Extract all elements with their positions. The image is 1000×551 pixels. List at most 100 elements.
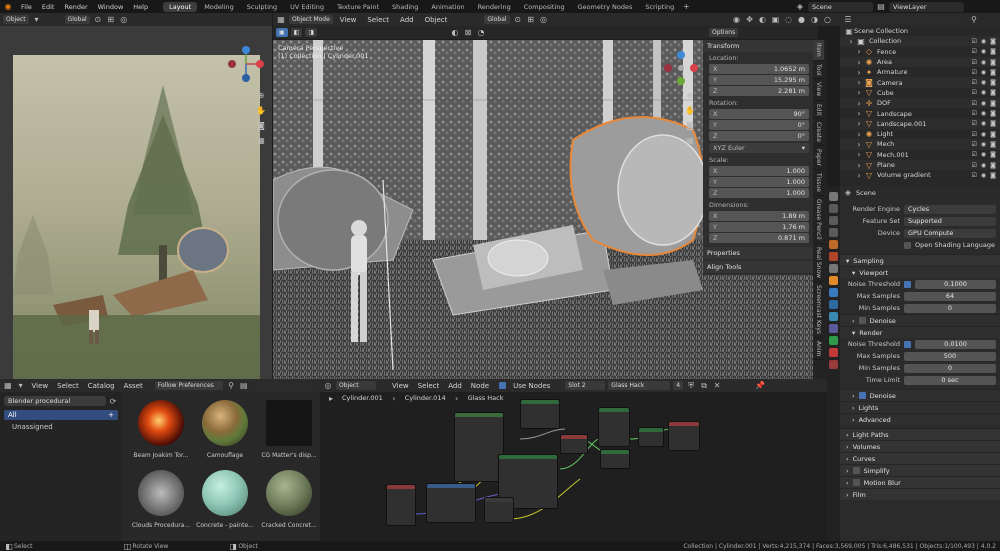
main-pivot-icon[interactable]: ⊙ bbox=[513, 15, 523, 25]
vp-min-samples-field[interactable]: 0 bbox=[904, 303, 996, 313]
chevron-right-icon[interactable]: › bbox=[854, 78, 864, 88]
eye-icon[interactable]: ◉ bbox=[981, 38, 986, 45]
refresh-icon[interactable]: ⟳ bbox=[108, 396, 118, 406]
camera-render-viewport[interactable]: ⊕ ✋ ◙ ▦ bbox=[0, 26, 272, 379]
ortho-toggle-icon[interactable]: ▦ bbox=[256, 135, 266, 145]
main-shading-wire-icon[interactable]: ◌ bbox=[784, 15, 794, 25]
tab-screencast-keys[interactable]: Screencast Keys bbox=[813, 282, 824, 338]
exclude-checkbox-icon[interactable]: ☑ bbox=[972, 48, 977, 55]
vp-max-samples-field[interactable]: 64 bbox=[904, 291, 996, 301]
render-camera-icon[interactable]: ◙ bbox=[990, 79, 996, 86]
chevron-right-icon[interactable]: › bbox=[854, 67, 864, 77]
main-pan-icon[interactable]: ✋ bbox=[685, 105, 695, 115]
exclude-checkbox-icon[interactable]: ☑ bbox=[972, 89, 977, 96]
tab-scripting[interactable]: Scripting bbox=[639, 2, 680, 12]
left-mode-dropdown[interactable]: Object bbox=[3, 15, 29, 24]
tab-sculpting[interactable]: Sculpting bbox=[241, 2, 283, 12]
dimensions-y-field[interactable]: Y 1.76 m bbox=[709, 222, 809, 232]
view-layer-tab-icon[interactable] bbox=[829, 228, 838, 237]
render-subsection[interactable]: ▾ Render bbox=[840, 326, 1000, 338]
time-limit-field[interactable]: 0 sec bbox=[904, 375, 996, 385]
asset-item-camouflage[interactable]: Camouflage bbox=[194, 400, 256, 466]
tab-compositing[interactable]: Compositing bbox=[518, 2, 571, 12]
main-mode-dropdown[interactable]: Object Mode bbox=[289, 15, 333, 24]
chevron-right-icon[interactable]: › bbox=[846, 36, 856, 46]
rotation-x-field[interactable]: X 90° bbox=[709, 109, 809, 119]
main-snap-icon[interactable]: ⊞ bbox=[526, 15, 536, 25]
outliner-item[interactable]: › ▣ Collection ☑ ◉ ◙ bbox=[840, 36, 1000, 47]
render-camera-icon[interactable]: ◙ bbox=[990, 48, 996, 55]
vp-noise-field[interactable]: 0.1000 bbox=[915, 279, 996, 289]
main-falloff-icon[interactable]: ◔ bbox=[476, 28, 486, 38]
render-camera-icon[interactable]: ◙ bbox=[990, 162, 996, 169]
tab-texture-paint[interactable]: Texture Paint bbox=[331, 2, 385, 12]
menu-edit[interactable]: Edit bbox=[37, 3, 60, 11]
asset-menu-catalog[interactable]: Catalog bbox=[85, 382, 118, 390]
asset-item-cg-matter[interactable]: CG Matter's disp... bbox=[258, 400, 320, 466]
tab-real-snow[interactable]: Real Snow bbox=[813, 244, 824, 282]
node-group[interactable] bbox=[454, 412, 504, 482]
outliner-item[interactable]: › ▽ Mech ☑ ◉ ◙ bbox=[840, 139, 1000, 150]
render-engine-dropdown[interactable]: Cycles bbox=[904, 204, 996, 214]
tool-tab-icon[interactable] bbox=[829, 192, 838, 201]
node-mix[interactable] bbox=[560, 434, 588, 454]
vp-noise-checkbox[interactable] bbox=[904, 280, 911, 288]
main-zoom-icon[interactable]: ⊕ bbox=[685, 90, 695, 100]
menu-file[interactable]: File bbox=[16, 3, 37, 11]
scale-y-field[interactable]: Y 1.000 bbox=[709, 177, 809, 187]
scale-x-field[interactable]: X 1.000 bbox=[709, 166, 809, 176]
eye-icon[interactable]: ◉ bbox=[981, 110, 986, 117]
tab-anim[interactable]: Anim bbox=[813, 338, 824, 361]
main-menu-select[interactable]: Select bbox=[363, 16, 393, 24]
main-overlay-dropdown-icon[interactable]: ◐ bbox=[450, 28, 460, 38]
chevron-right-icon[interactable]: › bbox=[854, 150, 864, 160]
editor-type-icon[interactable]: ▦ bbox=[276, 15, 286, 25]
render-camera-icon[interactable]: ◙ bbox=[990, 131, 996, 138]
pivot-icon[interactable]: ⊙ bbox=[93, 15, 103, 25]
tab-geometry-nodes[interactable]: Geometry Nodes bbox=[572, 2, 639, 12]
outliner-item[interactable]: › ✦ Armature ☑ ◉ ◙ bbox=[840, 67, 1000, 77]
tab-create[interactable]: Create bbox=[813, 119, 824, 147]
tab-layout[interactable]: Layout bbox=[163, 1, 198, 12]
render-camera-icon[interactable]: ◙ bbox=[990, 120, 996, 127]
outliner-editor-icon[interactable]: ☰ bbox=[843, 15, 853, 25]
main-snap-target-icon[interactable]: ⊠ bbox=[463, 28, 473, 38]
outliner-item[interactable]: › ◙ Camera ☑ ◉ ◙ bbox=[840, 77, 1000, 88]
display-settings-icon[interactable]: ▤ bbox=[239, 381, 249, 391]
device-dropdown[interactable]: GPU Compute bbox=[904, 228, 996, 238]
left-orientation-dropdown[interactable]: Global bbox=[64, 15, 90, 24]
eye-icon[interactable]: ◉ bbox=[981, 131, 986, 138]
view-layer-field[interactable]: ViewLayer bbox=[889, 1, 964, 12]
rotation-z-field[interactable]: Z 0° bbox=[709, 131, 809, 141]
simplify-checkbox[interactable] bbox=[852, 467, 860, 474]
main-menu-add[interactable]: Add bbox=[396, 16, 418, 24]
add-workspace-icon[interactable]: + bbox=[681, 2, 691, 12]
constraints-tab-icon[interactable] bbox=[829, 324, 838, 333]
r-denoise-checkbox[interactable] bbox=[858, 392, 866, 399]
eye-icon[interactable]: ◉ bbox=[981, 89, 986, 96]
tab-shading[interactable]: Shading bbox=[386, 2, 424, 12]
blender-logo-icon[interactable]: ◉ bbox=[3, 2, 13, 12]
outliner-item[interactable]: › ▽ Plane ☑ ◉ ◙ bbox=[840, 159, 1000, 171]
render-camera-icon[interactable]: ◙ bbox=[990, 110, 996, 117]
eye-icon[interactable]: ◉ bbox=[981, 151, 986, 158]
render-camera-icon[interactable]: ◙ bbox=[990, 59, 996, 66]
curves-section[interactable]: › Curves bbox=[840, 452, 1000, 464]
node-texcoord[interactable] bbox=[386, 484, 416, 526]
chevron-right-icon[interactable]: › bbox=[854, 160, 864, 170]
tab-rendering[interactable]: Rendering bbox=[472, 2, 517, 12]
viewport-subsection[interactable]: ▾ Viewport bbox=[840, 266, 1000, 278]
feature-set-dropdown[interactable]: Supported bbox=[904, 216, 996, 226]
outliner-item[interactable]: › ▽ Volume gradient ☑ ◉ ◙ bbox=[840, 170, 1000, 180]
motion-blur-section[interactable]: › Motion Blur bbox=[840, 476, 1000, 488]
advanced-subsection[interactable]: › Advanced bbox=[840, 413, 1000, 425]
asset-search-input[interactable] bbox=[251, 381, 321, 390]
exclude-checkbox-icon[interactable]: ☑ bbox=[972, 131, 977, 138]
main-overlay-icon[interactable]: ◐ bbox=[758, 15, 768, 25]
outliner-item[interactable]: › ◇ Fence ☑ ◉ ◙ bbox=[840, 47, 1000, 57]
outliner-scene-collection[interactable]: ▣ Scene Collection bbox=[840, 26, 1000, 36]
main-ortho-icon[interactable]: ▦ bbox=[685, 135, 695, 145]
exclude-checkbox-icon[interactable]: ☑ bbox=[972, 100, 977, 107]
outliner-item[interactable]: › ✛ DOF ☑ ◉ ◙ bbox=[840, 98, 1000, 109]
simplify-section[interactable]: › Simplify bbox=[840, 464, 1000, 476]
